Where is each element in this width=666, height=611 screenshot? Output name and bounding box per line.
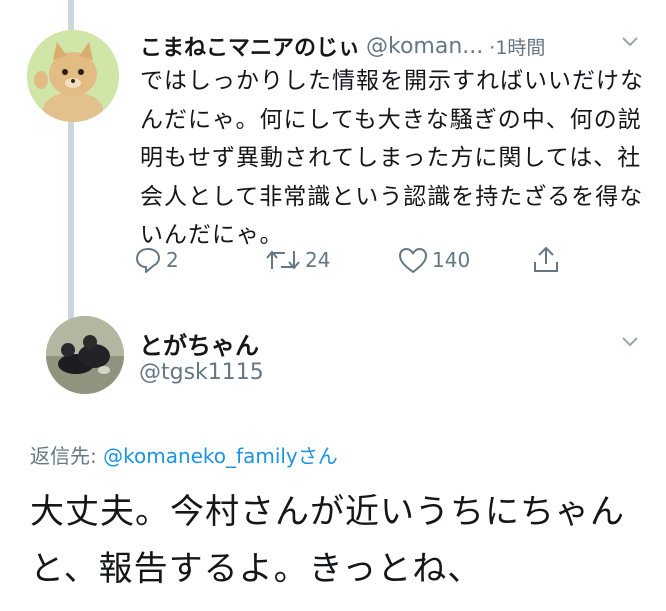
like-button[interactable]: 140 bbox=[397, 240, 470, 280]
author-handle[interactable]: @tgsk1115 bbox=[139, 360, 264, 385]
retweet-button[interactable]: 24 bbox=[264, 240, 330, 280]
retweet-count: 24 bbox=[305, 248, 331, 272]
chevron-down-icon[interactable] bbox=[620, 334, 640, 353]
reply-context: 返信先: @komaneko_familyさん bbox=[30, 440, 338, 469]
like-count: 140 bbox=[432, 248, 471, 272]
reply-to-suffix[interactable]: さん bbox=[298, 444, 338, 468]
author-handle[interactable]: @koman... bbox=[366, 34, 483, 59]
thread-line-top bbox=[68, 0, 74, 30]
tweet-timestamp[interactable]: ·1時間 bbox=[489, 33, 545, 60]
author-name[interactable]: とがちゃん bbox=[139, 326, 259, 361]
reply-count: 2 bbox=[166, 248, 179, 272]
tweet-text: ではしっかりした情報を開示すればいいだけなんだにゃ。何にしても大きな騒ぎの中、何… bbox=[140, 68, 644, 248]
tweet-header: こまねこマニアのじぃ @koman... ·1時間 bbox=[140, 30, 650, 62]
avatar[interactable] bbox=[27, 30, 119, 122]
author-name[interactable]: こまねこマニアのじぃ bbox=[140, 30, 360, 62]
tweet-text: 大丈夫。今村さんが近いうちにちゃんと、報告するよ。きっとね、 bbox=[30, 492, 625, 589]
reply-to-label: 返信先: bbox=[30, 444, 97, 468]
share-icon bbox=[531, 244, 561, 276]
reply-icon bbox=[133, 245, 163, 275]
retweet-icon bbox=[264, 245, 302, 275]
reply-button[interactable]: 2 bbox=[133, 240, 179, 280]
share-button[interactable] bbox=[531, 240, 561, 280]
chevron-down-icon[interactable] bbox=[620, 34, 640, 53]
tweet-actions: 2 24 140 bbox=[133, 240, 573, 280]
reply-to-mention[interactable]: @komaneko_familyさん bbox=[103, 444, 338, 468]
like-icon bbox=[397, 245, 429, 275]
cat-character-avatar-image bbox=[27, 30, 119, 122]
thread-line bbox=[68, 120, 74, 320]
photo-avatar-image bbox=[46, 316, 124, 394]
avatar[interactable] bbox=[46, 316, 124, 394]
reply-to-handle[interactable]: @komaneko_family bbox=[103, 444, 298, 468]
